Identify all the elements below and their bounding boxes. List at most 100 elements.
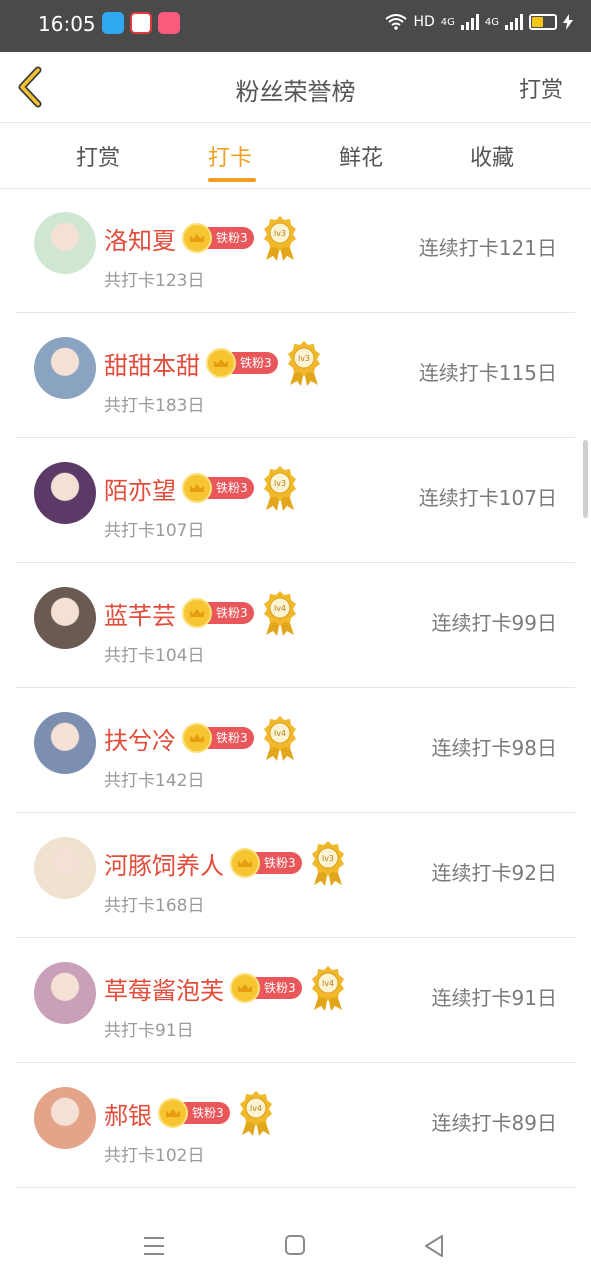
bilibili-icon <box>158 12 180 34</box>
crown-icon <box>158 1098 188 1128</box>
fan-badge: 铁粉3 <box>230 848 302 878</box>
list-item[interactable]: 扶兮冷 铁粉3 lv4 共打卡142日 连续打卡98日 <box>16 688 575 813</box>
tab-label: 打卡 <box>207 146 252 171</box>
scrollbar[interactable] <box>583 440 588 518</box>
fan-badge: 铁粉3 <box>182 598 254 628</box>
tab-bar: 打赏 打卡 鲜花 收藏 <box>0 122 591 189</box>
signal-icon <box>460 14 479 30</box>
avatar[interactable] <box>34 337 96 399</box>
medal-icon: lv4 <box>263 716 296 761</box>
medal-icon: lv4 <box>239 1091 272 1136</box>
streak-count: 连续打卡98日 <box>431 736 557 760</box>
network-label: HD <box>413 14 435 30</box>
home-icon[interactable] <box>275 1228 315 1264</box>
medal-level: lv3 <box>322 854 334 863</box>
tab-label: 鲜花 <box>338 146 383 171</box>
crown-icon <box>230 973 260 1003</box>
status-bar: 16:05 HD 4G 4G <box>0 0 591 52</box>
tab-flowers[interactable]: 鲜花 <box>316 140 406 172</box>
crown-icon <box>182 598 212 628</box>
avatar[interactable] <box>34 962 96 1024</box>
list-item[interactable]: 陌亦望 铁粉3 lv3 共打卡107日 连续打卡107日 <box>16 438 575 563</box>
list-item[interactable]: 甜甜本甜 铁粉3 lv3 共打卡183日 连续打卡115日 <box>16 313 575 438</box>
user-name[interactable]: 扶兮冷 <box>104 721 176 756</box>
signal-label-b: 4G <box>484 16 499 28</box>
medal-icon: lv4 <box>311 966 344 1011</box>
user-name[interactable]: 陌亦望 <box>104 471 176 506</box>
avatar[interactable] <box>34 587 96 649</box>
system-nav-bar <box>0 1208 591 1280</box>
crown-icon <box>206 348 236 378</box>
list-item[interactable]: 蓝芊芸 铁粉3 lv4 共打卡104日 连续打卡99日 <box>16 563 575 688</box>
total-checkin: 共打卡168日 <box>104 896 205 916</box>
status-time: 16:05 <box>38 12 96 36</box>
name-line: 洛知夏 铁粉3 lv3 <box>104 214 298 262</box>
back-triangle-icon[interactable] <box>414 1228 454 1264</box>
streak-count: 连续打卡89日 <box>431 1111 557 1135</box>
avatar[interactable] <box>34 1087 96 1149</box>
status-indicators: HD 4G 4G <box>385 14 573 30</box>
avatar[interactable] <box>34 462 96 524</box>
user-name[interactable]: 甜甜本甜 <box>104 346 200 381</box>
medal-icon: lv4 <box>263 591 296 636</box>
total-checkin: 共打卡91日 <box>104 1021 194 1041</box>
medal-level: lv4 <box>322 979 334 988</box>
tab-tip[interactable]: 打赏 <box>53 140 143 172</box>
qq-icon <box>102 12 124 34</box>
name-line: 扶兮冷 铁粉3 lv4 <box>104 714 298 762</box>
avatar[interactable] <box>34 212 96 274</box>
streak-count: 连续打卡107日 <box>418 486 557 510</box>
list-item[interactable]: 河豚饲养人 铁粉3 lv3 共打卡168日 连续打卡92日 <box>16 813 575 938</box>
crown-icon <box>182 473 212 503</box>
page-title: 粉丝荣誉榜 <box>235 78 356 106</box>
user-name[interactable]: 蓝芊芸 <box>104 596 176 631</box>
tip-button[interactable]: 打赏 <box>519 72 563 104</box>
medal-icon: lv3 <box>263 216 296 261</box>
signal-label-a: 4G <box>440 16 455 28</box>
charging-icon <box>563 14 573 30</box>
list-item[interactable]: 郝银 铁粉3 lv4 共打卡102日 连续打卡89日 <box>16 1063 575 1188</box>
crown-icon <box>230 848 260 878</box>
medal-icon: lv3 <box>311 841 344 886</box>
medal-level: lv4 <box>274 729 286 738</box>
total-checkin: 共打卡102日 <box>104 1146 205 1166</box>
medal-level: lv3 <box>274 479 286 488</box>
user-name[interactable]: 草莓酱泡芙 <box>104 971 224 1006</box>
streak-count: 连续打卡99日 <box>431 611 557 635</box>
total-checkin: 共打卡142日 <box>104 771 205 791</box>
total-checkin: 共打卡107日 <box>104 521 205 541</box>
signal-icon <box>505 14 523 30</box>
tab-checkin[interactable]: 打卡 <box>185 140 275 182</box>
fan-badge: 铁粉3 <box>206 348 278 378</box>
fan-badge: 铁粉3 <box>182 723 254 753</box>
user-name[interactable]: 洛知夏 <box>104 221 176 256</box>
avatar[interactable] <box>34 837 96 899</box>
medal-level: lv3 <box>274 229 286 238</box>
status-app-icons <box>102 12 180 34</box>
tab-favorites[interactable]: 收藏 <box>447 140 537 172</box>
medal-level: lv3 <box>298 354 310 363</box>
fan-badge: 铁粉3 <box>182 473 254 503</box>
wifi-icon <box>385 14 408 30</box>
crown-icon <box>182 223 212 253</box>
user-name[interactable]: 郝银 <box>104 1096 152 1131</box>
list-item[interactable]: 洛知夏 铁粉3 lv3 共打卡123日 连续打卡121日 <box>16 188 575 313</box>
tab-indicator <box>208 178 256 182</box>
total-checkin: 共打卡183日 <box>104 396 205 416</box>
total-checkin: 共打卡104日 <box>104 646 205 666</box>
streak-count: 连续打卡115日 <box>418 361 557 385</box>
tab-label: 收藏 <box>469 146 514 171</box>
header: 粉丝荣誉榜 打赏 <box>0 52 591 123</box>
user-name[interactable]: 河豚饲养人 <box>104 846 224 881</box>
avatar[interactable] <box>34 712 96 774</box>
battery-level <box>532 17 543 27</box>
streak-count: 连续打卡92日 <box>431 861 557 885</box>
menu-icon[interactable] <box>134 1228 174 1264</box>
name-line: 草莓酱泡芙 铁粉3 lv4 <box>104 964 346 1012</box>
fan-badge: 铁粉3 <box>182 223 254 253</box>
streak-count: 连续打卡121日 <box>418 236 557 260</box>
list-item[interactable]: 草莓酱泡芙 铁粉3 lv4 共打卡91日 连续打卡91日 <box>16 938 575 1063</box>
medal-icon: lv3 <box>263 466 296 511</box>
name-line: 郝银 铁粉3 lv4 <box>104 1089 274 1137</box>
name-line: 蓝芊芸 铁粉3 lv4 <box>104 589 298 637</box>
